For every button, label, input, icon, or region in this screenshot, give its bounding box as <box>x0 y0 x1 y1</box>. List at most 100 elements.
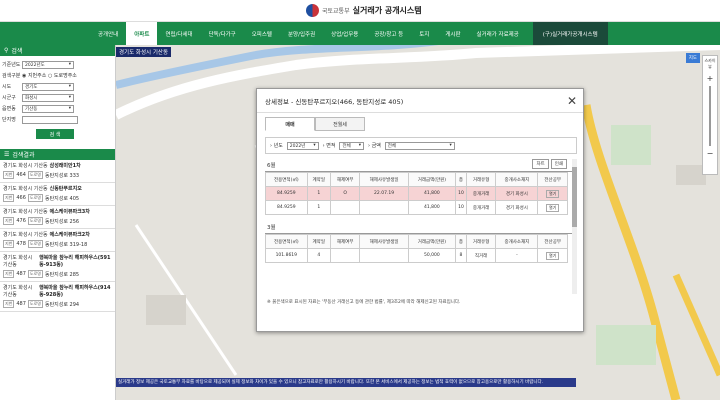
road-tag: 도로명 <box>27 270 43 278</box>
road-tag: 도로명 <box>27 171 43 179</box>
map-layer-button[interactable]: 지도 <box>685 53 700 63</box>
column-header: 계약일 <box>306 172 331 187</box>
result-road: 동탄지성로 319-18 <box>44 241 88 248</box>
column-header: 거래금액(만원) <box>407 234 457 249</box>
sido-select[interactable]: 경기도 ▾ <box>22 82 74 91</box>
column-header: 층 <box>455 172 467 187</box>
year-select[interactable]: 2022년도 ▾ <box>22 60 74 69</box>
cell-agent: 경기 화성시 <box>495 186 539 201</box>
result-name[interactable]: 행복마을 참누리 해피하우스(914동-928동) <box>39 284 112 298</box>
skyview-button[interactable]: 스카이뷰 <box>703 56 717 70</box>
result-item[interactable]: 경기도 화성시 기산동 행복마을 참누리 해피하우스(914동-928동) 지번… <box>0 282 115 312</box>
column-header: 전용면적(㎡) <box>265 234 308 249</box>
result-item[interactable]: 경기도 화성시 기산동 에스케이뷰파크3차 지번 476 도로명 동탄지성로 256 <box>0 206 115 229</box>
chevron-down-icon: ▾ <box>449 143 452 148</box>
open-doc-button[interactable]: 열기 <box>546 189 560 198</box>
zoom-control[interactable]: 스카이뷰 + − <box>702 55 718 175</box>
jibun-tag: 지번 <box>3 240 15 248</box>
result-item[interactable]: 경기도 화성시 기산동 신동탄푸르지오 지번 466 도로명 동탄지성로 405 <box>0 183 115 206</box>
list-icon: ☰ <box>4 151 10 158</box>
result-name[interactable]: 에스케이뷰파크2차 <box>50 231 90 238</box>
cell-floor: 10 <box>455 200 467 215</box>
cell-type: 직거래 <box>465 248 497 263</box>
result-name[interactable]: 삼성래미안1차 <box>50 162 81 169</box>
road-tag: 도로명 <box>27 217 43 225</box>
print-button[interactable]: 인쇄 <box>550 159 567 169</box>
result-name[interactable]: 행복마을 참누리 해피하우스(591동-913동) <box>39 254 112 268</box>
nav-item-old-system[interactable]: (구)실거래가공개시스템 <box>532 22 608 45</box>
chart-button[interactable]: 차트 <box>532 159 549 169</box>
result-item[interactable]: 경기도 화성시 기산동 에스케이뷰파크2차 지번 478 도로명 동탄지성로 319… <box>0 229 115 252</box>
nav-item-presale[interactable]: 분양/입주권 <box>280 22 323 45</box>
open-doc-button[interactable]: 열기 <box>546 203 560 212</box>
cell-day: 1 <box>306 200 331 215</box>
results-header: ☰ 검색결과 <box>0 149 115 160</box>
column-header: 해제사유발생일 <box>359 172 409 187</box>
detail-modal: 상세정보 - 신동탄푸르지오(466, 동탄지성로 405) ✕ 매매 전월세 … <box>256 88 584 332</box>
column-header: 중개사소재지 <box>495 172 539 187</box>
result-road: 동탄지성로 333 <box>44 172 80 179</box>
complex-name-input[interactable] <box>22 115 78 124</box>
nav-item-land[interactable]: 토지 <box>411 22 437 45</box>
search-button[interactable]: 검 색 <box>36 129 74 139</box>
nav-item-guide[interactable]: 공개안내 <box>90 22 126 45</box>
cell-cancel <box>329 200 361 215</box>
modal-scrollbar[interactable] <box>572 159 577 294</box>
location-label: 경기도 화성시 기산동 <box>116 47 172 57</box>
cell-price: 41,800 <box>407 186 457 201</box>
search-icon: ⚲ <box>4 47 9 54</box>
tab-rent[interactable]: 전월세 <box>315 117 365 131</box>
close-icon[interactable]: ✕ <box>567 94 577 108</box>
result-name[interactable]: 신동탄푸르지오 <box>50 185 82 192</box>
map-tools: 지도 <box>685 53 700 63</box>
price-filter-label: › 금액 <box>368 143 381 149</box>
price-filter-select[interactable]: 전체 ▾ <box>384 141 455 150</box>
chevron-down-icon: ▾ <box>68 95 71 100</box>
jibun-tag: 지번 <box>3 194 15 202</box>
cell-agent: 경기 화성시 <box>495 200 539 215</box>
government-emblem-icon <box>306 4 319 17</box>
nav-item-commercial[interactable]: 상업/업무용 <box>323 22 366 45</box>
area-filter-select[interactable]: 전체 ▾ <box>339 141 364 150</box>
nav-item-factory[interactable]: 공장/창고 등 <box>366 22 411 45</box>
result-item[interactable]: 경기도 화성시 기산동 삼성래미안1차 지번 464 도로명 동탄지성로 333 <box>0 160 115 183</box>
nav-item-officetel[interactable]: 오피스텔 <box>244 22 280 45</box>
result-road: 동탄지성로 256 <box>44 218 80 225</box>
result-name[interactable]: 에스케이뷰파크3차 <box>50 208 90 215</box>
site-logo[interactable]: 국토교통부 실거래가 공개시스템 <box>306 4 422 17</box>
chevron-down-icon: ▾ <box>358 143 361 148</box>
transactions-table: 전용면적(㎡) 계약일 해제여부 해제사유발생일 거래금액(만원) 층 거래유형 중개사소재지… <box>265 172 568 215</box>
nav-item-data[interactable]: 실거래가 자료제공 <box>469 22 527 45</box>
nav-item-house[interactable]: 단독/다가구 <box>201 22 244 45</box>
tab-sale[interactable]: 매매 <box>265 117 315 131</box>
zoom-slider[interactable] <box>709 86 711 146</box>
nav-item-villa[interactable]: 연립/다세대 <box>157 22 200 45</box>
zoom-out-button[interactable]: − <box>703 149 717 158</box>
nav-item-apartment[interactable]: 아파트 <box>126 22 158 45</box>
cell-type: 중개거래 <box>465 200 497 215</box>
modal-filters: › 년도 2022년 ▾ › 면적 전체 ▾ › 금액 전체 ▾ <box>265 137 577 154</box>
column-header: 거래금액(만원) <box>407 172 457 187</box>
column-header: 전산공부 <box>537 172 568 187</box>
chevron-down-icon: ▾ <box>68 84 71 89</box>
column-header: 계약일 <box>306 234 331 249</box>
result-jibun: 487 <box>16 301 26 307</box>
dong-select[interactable]: 기산동 ▾ <box>22 104 74 113</box>
radio-label: 검색구분 <box>2 73 21 79</box>
complex-name-label: 단지명 <box>2 117 16 123</box>
column-header: 거래유형 <box>465 234 497 249</box>
chevron-down-icon: ▾ <box>313 143 316 148</box>
jibun-tag: 지번 <box>3 217 15 225</box>
radio-jibun[interactable]: ◉ 지번주소 <box>22 72 46 79</box>
year-filter-select[interactable]: 2022년 ▾ <box>286 141 319 150</box>
nav-item-board[interactable]: 게시판 <box>437 22 468 45</box>
result-road: 동탄지성로 405 <box>44 195 80 202</box>
result-item[interactable]: 경기도 화성시 기산동 행복마을 참누리 해피하우스(591동-913동) 지번… <box>0 252 115 282</box>
zoom-in-button[interactable]: + <box>703 74 717 83</box>
radio-road[interactable]: ○ 도로명주소 <box>48 72 77 79</box>
open-doc-button[interactable]: 열기 <box>546 251 560 260</box>
transactions-area[interactable]: 6월 차트 인쇄 전용면적(㎡) 계약일 해제여부 해제사유발생일 거래금액(만원) 층 거래유형… <box>265 159 577 294</box>
column-header: 중개사소재지 <box>495 234 539 249</box>
sigungu-select[interactable]: 화성시 ▾ <box>22 93 74 102</box>
month-title: 3월 <box>265 221 577 234</box>
